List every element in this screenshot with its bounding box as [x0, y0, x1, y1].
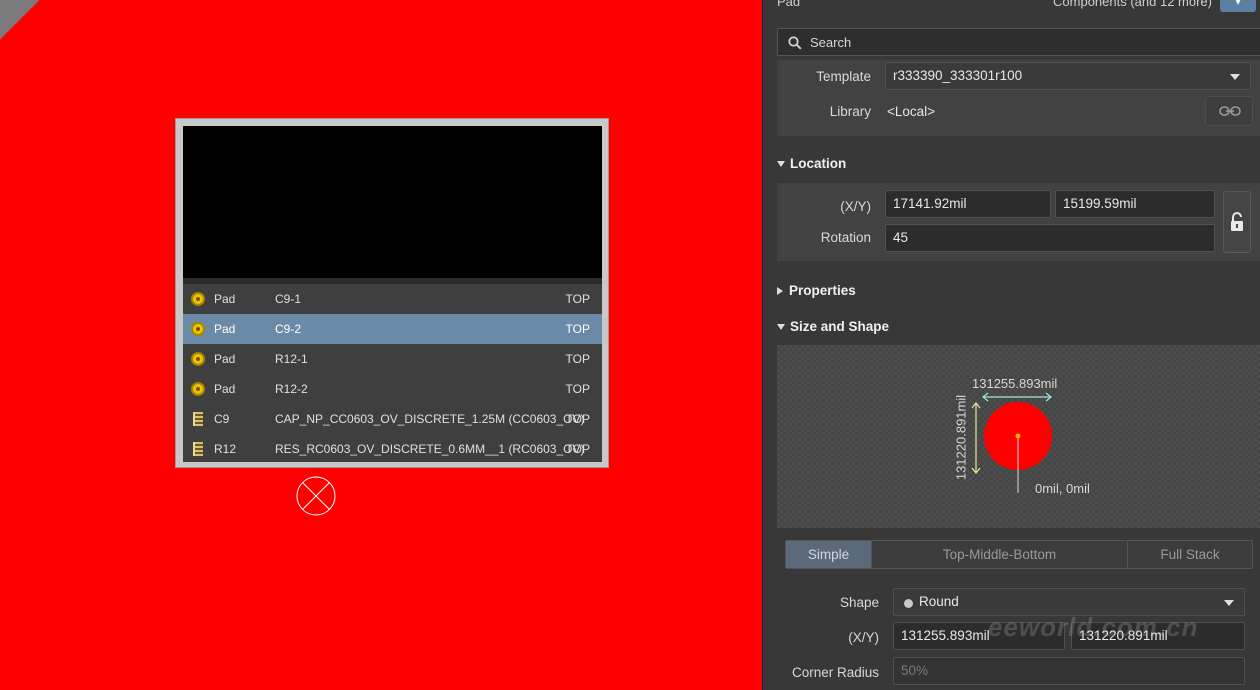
pad-diagram: [971, 392, 1052, 493]
collapse-icon: [777, 324, 785, 330]
expand-icon: [777, 287, 783, 295]
item-type: R12: [214, 442, 237, 456]
board-corner: [0, 0, 45, 45]
tab-simple[interactable]: Simple: [786, 541, 872, 568]
corner-radius-input[interactable]: 50%: [893, 657, 1245, 685]
template-value: r333390_333301r100: [893, 68, 1023, 83]
component-icon: [193, 412, 203, 426]
item-type: Pad: [214, 382, 236, 396]
location-title: Location: [790, 156, 847, 171]
pad-icon: [191, 352, 205, 366]
pad-icon: [191, 322, 205, 336]
library-value: <Local>: [887, 104, 936, 119]
list-item[interactable]: R12 RES_RC0603_OV_DISCRETE_0.6MM__1 (RC0…: [183, 434, 602, 464]
link-icon: [1219, 106, 1241, 116]
item-name: C9-1: [275, 292, 302, 306]
item-layer: TOP: [565, 442, 590, 456]
location-section-header[interactable]: Location: [777, 156, 846, 171]
filter-icon: ▾: [1233, 0, 1242, 9]
list-item[interactable]: Pad R12-1 TOP: [183, 344, 602, 374]
panel-header: Pad Components (and 12 more) ▾: [777, 0, 1260, 14]
component-icon: [193, 442, 203, 456]
shape-value: Round: [919, 594, 959, 609]
chevron-down-icon: [1230, 74, 1240, 80]
search-icon: [788, 36, 802, 50]
size-xy-label: (X/Y): [848, 630, 879, 645]
properties-title: Properties: [789, 283, 856, 298]
round-shape-icon: [904, 599, 913, 608]
rotation-label: Rotation: [820, 230, 871, 245]
item-layer: TOP: [565, 292, 590, 306]
pick-list-popup: Pad C9-1 TOP Pad C9-2 TOP Pad R12-1 TOP …: [175, 118, 609, 468]
shape-label: Shape: [839, 595, 879, 610]
pad-icon: [191, 382, 205, 396]
item-name: CAP_NP_CC0603_OV_DISCRETE_1.25M (CC0603_…: [275, 412, 585, 426]
rotation-input[interactable]: 45: [885, 224, 1215, 252]
item-name: R12-1: [275, 352, 308, 366]
library-label: Library: [829, 104, 871, 119]
pick-list: Pad C9-1 TOP Pad C9-2 TOP Pad R12-1 TOP …: [183, 278, 602, 462]
item-layer: TOP: [565, 412, 590, 426]
size-shape-title: Size and Shape: [790, 319, 890, 334]
template-label: Template: [816, 69, 871, 84]
item-type: Pad: [214, 322, 236, 336]
size-shape-section-header[interactable]: Size and Shape: [777, 319, 889, 334]
pad-icon: [191, 292, 205, 306]
list-item-selected[interactable]: Pad C9-2 TOP: [183, 314, 602, 344]
chevron-down-icon: [1224, 600, 1234, 606]
item-name: RES_RC0603_OV_DISCRETE_0.6MM__1 (RC0603_…: [275, 442, 585, 456]
tab-full-stack[interactable]: Full Stack: [1128, 541, 1252, 568]
link-button[interactable]: [1205, 96, 1253, 126]
corner-radius-label: Corner Radius: [791, 665, 879, 680]
tab-top-middle-bottom[interactable]: Top-Middle-Bottom: [872, 541, 1128, 568]
properties-panel: Pad Components (and 12 more) ▾ Search Te…: [762, 0, 1260, 690]
list-item[interactable]: Pad C9-1 TOP: [183, 284, 602, 314]
search-placeholder: Search: [810, 35, 852, 50]
unlock-icon: [1231, 212, 1243, 231]
pcb-canvas[interactable]: Pad C9-1 TOP Pad C9-2 TOP Pad R12-1 TOP …: [0, 0, 762, 690]
item-layer: TOP: [565, 322, 590, 336]
properties-section-header[interactable]: Properties: [777, 283, 856, 298]
filter-button[interactable]: ▾: [1220, 0, 1256, 12]
filter-summary: Components (and 12 more): [1053, 0, 1212, 9]
list-item[interactable]: C9 CAP_NP_CC0603_OV_DISCRETE_1.25M (CC06…: [183, 404, 602, 434]
item-type: Pad: [214, 292, 236, 306]
item-name: R12-2: [275, 382, 308, 396]
location-x-input[interactable]: 17141.92mil: [885, 190, 1051, 218]
object-kind: Pad: [777, 0, 801, 9]
preview-pane: [183, 126, 602, 278]
watermark-logo: eeworld.com.cn: [988, 612, 1199, 642]
xy-label: (X/Y): [840, 199, 871, 214]
lock-button[interactable]: [1223, 191, 1251, 253]
stack-mode-tabs: Simple Top-Middle-Bottom Full Stack: [785, 540, 1253, 569]
template-dropdown[interactable]: r333390_333301r100: [885, 62, 1251, 90]
search-input[interactable]: Search: [777, 28, 1260, 56]
location-y-input[interactable]: 15199.59mil: [1055, 190, 1215, 218]
crosshair-cursor-icon: [296, 476, 336, 516]
item-type: C9: [214, 412, 230, 426]
item-layer: TOP: [565, 382, 590, 396]
pad-shape-preview: 131255.893mil 131220.891mil 0mil, 0mil: [777, 345, 1260, 528]
item-name: C9-2: [275, 322, 302, 336]
height-dimension: 131220.891mil: [953, 394, 969, 481]
collapse-icon: [777, 161, 785, 167]
width-dimension: 131255.893mil: [972, 376, 1058, 391]
item-layer: TOP: [565, 352, 590, 366]
item-type: Pad: [214, 352, 236, 366]
list-item[interactable]: Pad R12-2 TOP: [183, 374, 602, 404]
origin-label: 0mil, 0mil: [1035, 481, 1090, 496]
